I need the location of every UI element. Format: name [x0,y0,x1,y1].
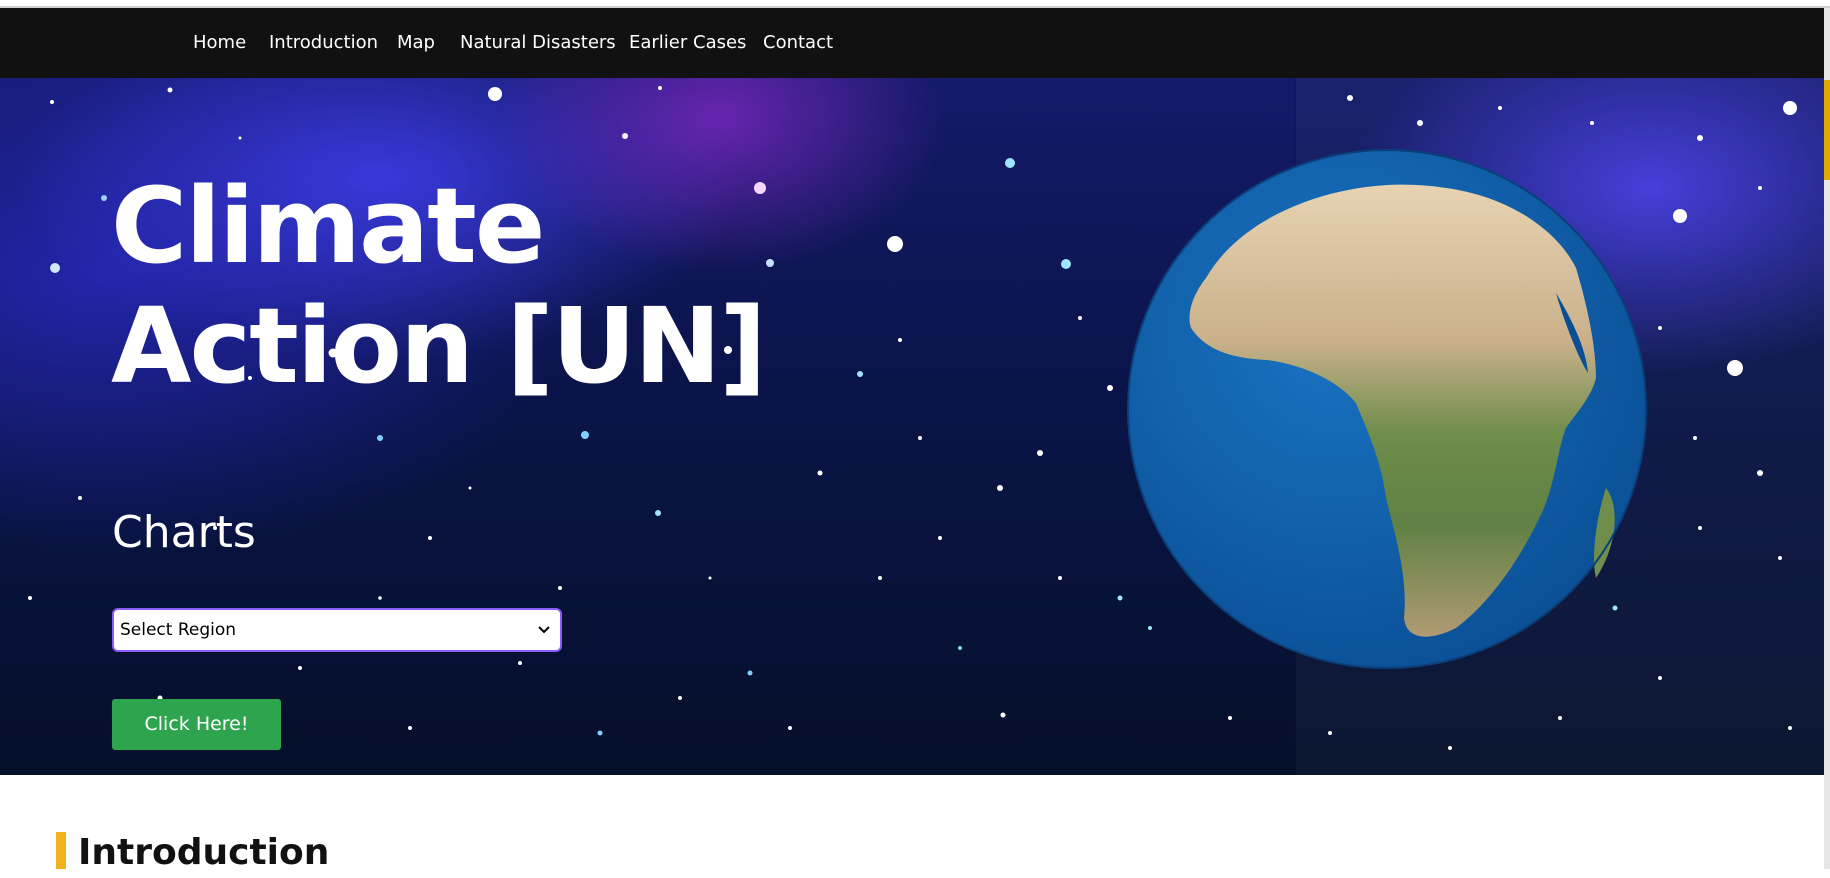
click-here-button[interactable]: Click Here! [112,699,281,750]
hero-title-line-1: Climate [111,165,545,287]
nav-map-link[interactable]: Map [397,8,435,78]
chevron-down-icon [538,626,550,634]
introduction-heading: Introduction [78,832,330,873]
earth-globe-image [1127,149,1647,669]
hero-section: Climate Action [UN] Charts Select Region… [0,78,1824,775]
nav-introduction-link[interactable]: Introduction [269,8,378,78]
region-select[interactable]: Select Region [112,608,562,652]
nav-earlier-cases-link[interactable]: Earlier Cases [629,8,746,78]
hero-title-line-2: Action [UN] [111,285,767,407]
browser-top-border [0,0,1830,8]
section-accent-bar [56,832,66,869]
nav-home-link[interactable]: Home [193,8,246,78]
nav-contact-link[interactable]: Contact [763,8,833,78]
scrollbar-thumb[interactable] [1824,80,1830,180]
hero-title: Climate Action [UN] [111,166,871,406]
hero-subtitle: Charts [112,507,256,558]
region-select-value: Select Region [120,620,237,640]
nav-natural-disasters-link[interactable]: Natural Disasters [460,8,616,78]
top-navbar: Home Introduction Map Natural Disasters … [0,8,1824,78]
